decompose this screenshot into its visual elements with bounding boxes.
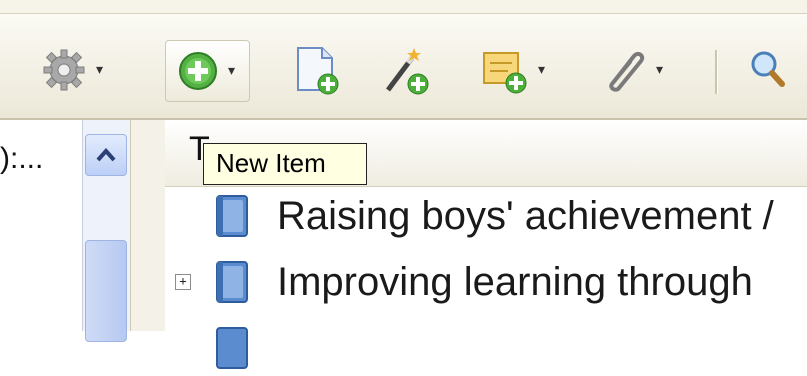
add-attachment-button[interactable]: ▾: [600, 40, 663, 100]
table-row[interactable]: + Improving learning through: [165, 254, 807, 310]
dropdown-caret: ▾: [228, 63, 236, 79]
dropdown-caret: ▾: [96, 62, 104, 78]
scroll-up-button[interactable]: [85, 134, 127, 176]
add-attachment-icon: [483, 52, 527, 94]
new-item-icon: [179, 52, 217, 90]
search-icon: [751, 51, 785, 87]
dropdown-caret: ▾: [656, 62, 664, 78]
scrollbar-thumb[interactable]: [85, 240, 127, 342]
new-standalone-note-button[interactable]: ▾: [480, 40, 545, 100]
item-title: Raising boys' achievement /: [277, 193, 774, 238]
add-by-identifier-button[interactable]: [380, 40, 430, 100]
gear-icon: [43, 49, 85, 91]
actions-gear-button[interactable]: ▾: [40, 40, 103, 100]
new-item-tooltip: New Item: [203, 143, 367, 185]
dropdown-caret: ▾: [538, 62, 546, 78]
book-icon: [216, 327, 248, 369]
toolbar-separator: [715, 50, 718, 94]
new-note-button[interactable]: [292, 40, 340, 100]
expand-toggle[interactable]: +: [175, 274, 191, 290]
collections-scrollbar[interactable]: [82, 120, 130, 342]
paperclip-icon: [609, 51, 645, 92]
book-icon: [216, 195, 248, 237]
pane-splitter[interactable]: [130, 120, 166, 331]
window-top-strip: [0, 0, 807, 14]
collections-pane: ):...: [0, 120, 80, 331]
chevron-up-icon: [96, 147, 116, 162]
table-row[interactable]: [165, 320, 807, 376]
table-row[interactable]: Raising boys' achievement /: [165, 188, 807, 244]
item-title: Improving learning through: [277, 259, 753, 304]
search-button[interactable]: [748, 40, 788, 100]
new-item-button[interactable]: ▾: [165, 40, 251, 102]
new-note-icon: [297, 47, 339, 95]
book-icon: [216, 261, 248, 303]
collection-item-label[interactable]: ):...: [0, 142, 43, 176]
magic-wand-add-icon: [386, 48, 429, 95]
toolbar: ▾ ▾ ▾ ▾: [0, 14, 807, 120]
